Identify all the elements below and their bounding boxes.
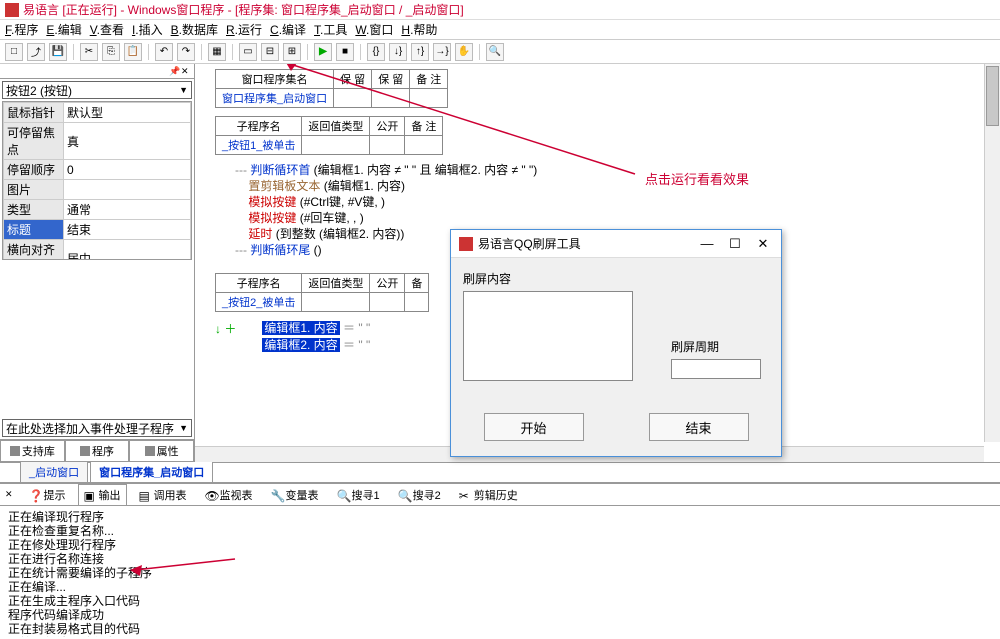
- app-icon: [5, 3, 19, 17]
- component-dropdown[interactable]: 按钮2 (按钮) ▼: [2, 81, 192, 99]
- find-icon[interactable]: 🔍: [486, 43, 504, 61]
- period-input[interactable]: [671, 359, 761, 379]
- pin-icon[interactable]: 📌: [169, 66, 179, 76]
- left-tab[interactable]: 属性: [129, 440, 194, 462]
- properties-table[interactable]: 鼠标指针默认型可停留焦点真停留顺序0图片类型通常标题结束横向对齐方式居中纵向对齐…: [2, 101, 192, 260]
- period-label: 刷屏周期: [671, 340, 719, 354]
- menu-item[interactable]: R.运行: [226, 21, 262, 38]
- code-table-header2: 子程序名返回值类型公开备 注 _按钮1_被单击: [215, 116, 443, 155]
- end-button[interactable]: 结束: [649, 413, 749, 441]
- chevron-down-icon: ▼: [179, 423, 188, 433]
- step1-icon[interactable]: {}: [367, 43, 385, 61]
- title-text: 易语言 [正在运行] - Windows窗口程序 - [程序集: 窗口程序集_启…: [23, 1, 464, 18]
- app-icon: [459, 237, 473, 251]
- dialog-titlebar[interactable]: 易语言QQ刷屏工具 — ☐ ✕: [451, 230, 781, 258]
- tool-icon[interactable]: ▦: [208, 43, 226, 61]
- stop-icon[interactable]: ■: [336, 43, 354, 61]
- copy-icon[interactable]: ⎘: [102, 43, 120, 61]
- scrollbar-vertical[interactable]: [984, 64, 1000, 442]
- output-panel: ✕ ❓提示 ▣输出 ▤调用表 👁监视表 🔧变量表 🔍搜寻1 🔍搜寻2 ✂剪辑历史 正在编译现行…: [0, 482, 1000, 637]
- step4-icon[interactable]: →}: [433, 43, 451, 61]
- paste-icon[interactable]: 📋: [124, 43, 142, 61]
- menu-item[interactable]: B.数据库: [171, 21, 218, 38]
- properties-panel: 📌 ✕ 按钮2 (按钮) ▼ 鼠标指针默认型可停留焦点真停留顺序0图片类型通常标…: [0, 64, 195, 462]
- editor-tabs: _启动窗口窗口程序集_启动窗口: [0, 462, 1000, 482]
- start-button[interactable]: 开始: [484, 413, 584, 441]
- menu-item[interactable]: V.查看: [90, 21, 124, 38]
- undo-icon[interactable]: ↶: [155, 43, 173, 61]
- save-icon[interactable]: 💾: [49, 43, 67, 61]
- left-tabs: 支持库程序属性: [0, 439, 194, 462]
- menu-item[interactable]: T.工具: [314, 21, 347, 38]
- maximize-icon[interactable]: ☐: [725, 236, 745, 252]
- layout1-icon[interactable]: ▭: [239, 43, 257, 61]
- run-icon[interactable]: ▶: [314, 43, 332, 61]
- redo-icon[interactable]: ↷: [177, 43, 195, 61]
- bottom-tab[interactable]: 👁监视表: [199, 484, 259, 506]
- close-icon[interactable]: ✕: [5, 489, 13, 500]
- bottom-tab[interactable]: 🔍搜寻1: [331, 484, 386, 506]
- layout2-icon[interactable]: ⊟: [261, 43, 279, 61]
- open-icon[interactable]: ⤴: [27, 43, 45, 61]
- new-icon[interactable]: □: [5, 43, 23, 61]
- output-text[interactable]: 正在编译现行程序正在检查重复名称...正在修处理现行程序正在进行名称连接正在统计…: [0, 506, 1000, 637]
- menu-item[interactable]: E.编辑: [46, 21, 81, 38]
- bottom-tab[interactable]: 🔧变量表: [265, 484, 325, 506]
- editor-tab[interactable]: 窗口程序集_启动窗口: [90, 461, 213, 482]
- close-icon[interactable]: ✕: [753, 236, 773, 252]
- code-table-header1: 窗口程序集名保 留保 留备 注 窗口程序集_启动窗口: [215, 69, 448, 108]
- menu-item[interactable]: C.编译: [270, 21, 306, 38]
- menubar: F.程序 E.编辑 V.查看 I.插入 B.数据库 R.运行 C.编译 T.工具 W.窗口 H.帮…: [0, 20, 1000, 40]
- code-table-header3: 子程序名返回值类型公开备 _按钮2_被单击: [215, 273, 429, 312]
- close-icon[interactable]: ✕: [181, 66, 191, 76]
- cut-icon[interactable]: ✂: [80, 43, 98, 61]
- dialog-title-text: 易语言QQ刷屏工具: [478, 235, 581, 252]
- menu-item[interactable]: H.帮助: [401, 21, 437, 38]
- step2-icon[interactable]: ↓}: [389, 43, 407, 61]
- menu-item[interactable]: W.窗口: [355, 21, 393, 38]
- bottom-tab[interactable]: 🔍搜寻2: [392, 484, 447, 506]
- menu-item[interactable]: F.程序: [5, 21, 38, 38]
- content-textarea[interactable]: [463, 291, 633, 381]
- hand-icon[interactable]: ✋: [455, 43, 473, 61]
- annotation-text: 点击运行看看效果: [645, 169, 749, 188]
- bottom-tab[interactable]: ❓提示: [23, 484, 72, 506]
- layout3-icon[interactable]: ⊞: [283, 43, 301, 61]
- titlebar: 易语言 [正在运行] - Windows窗口程序 - [程序集: 窗口程序集_启…: [0, 0, 1000, 20]
- chevron-down-icon: ▼: [179, 85, 188, 95]
- event-selector[interactable]: 在此处选择加入事件处理子程序 ▼: [2, 419, 192, 437]
- bottom-tab[interactable]: ▤调用表: [133, 484, 193, 506]
- left-tab[interactable]: 支持库: [0, 440, 65, 462]
- left-tab[interactable]: 程序: [65, 440, 130, 462]
- bottom-tab[interactable]: ▣输出: [78, 484, 127, 506]
- bottom-tab[interactable]: ✂剪辑历史: [453, 484, 524, 506]
- editor-tab[interactable]: _启动窗口: [20, 461, 88, 482]
- step3-icon[interactable]: ↑}: [411, 43, 429, 61]
- content-label: 刷屏内容: [463, 272, 511, 286]
- menu-item[interactable]: I.插入: [132, 21, 163, 38]
- dropdown-text: 按钮2 (按钮): [6, 82, 72, 99]
- app-dialog[interactable]: 易语言QQ刷屏工具 — ☐ ✕ 刷屏内容 刷屏周期 开始 结束: [450, 229, 782, 457]
- minimize-icon[interactable]: —: [697, 236, 717, 252]
- toolbar: □ ⤴ 💾 ✂ ⎘ 📋 ↶ ↷ ▦ ▭ ⊟ ⊞ ▶ ■ {} ↓} ↑} →} …: [0, 40, 1000, 64]
- bottom-tabs: ✕ ❓提示 ▣输出 ▤调用表 👁监视表 🔧变量表 🔍搜寻1 🔍搜寻2 ✂剪辑历史: [0, 484, 1000, 506]
